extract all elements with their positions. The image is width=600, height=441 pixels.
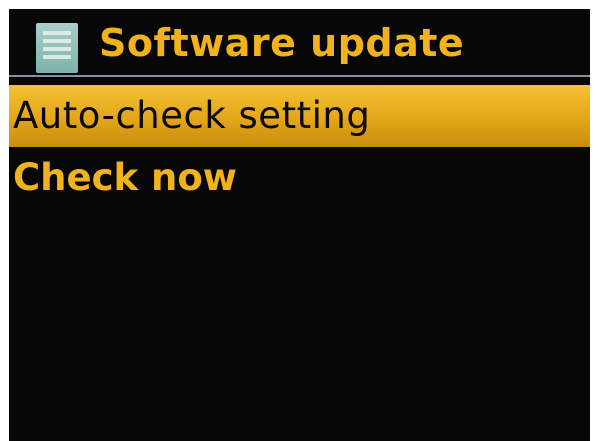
- icon-line: [43, 55, 71, 59]
- icon-line: [43, 39, 71, 43]
- page-title: Software update: [99, 21, 465, 65]
- menu-item-check-now[interactable]: Check now: [9, 147, 590, 209]
- screen-header: Software update: [9, 9, 590, 78]
- icon-line: [43, 31, 71, 35]
- menu-item-label: Check now: [13, 156, 237, 199]
- menu-item-auto-check-setting[interactable]: Auto-check setting: [9, 85, 590, 147]
- menu-list-icon: [36, 23, 78, 73]
- header-divider: [9, 75, 590, 77]
- icon-line: [43, 47, 71, 51]
- menu-item-label: Auto-check setting: [13, 94, 371, 137]
- device-screen: Software update Auto-check setting Check…: [9, 9, 590, 441]
